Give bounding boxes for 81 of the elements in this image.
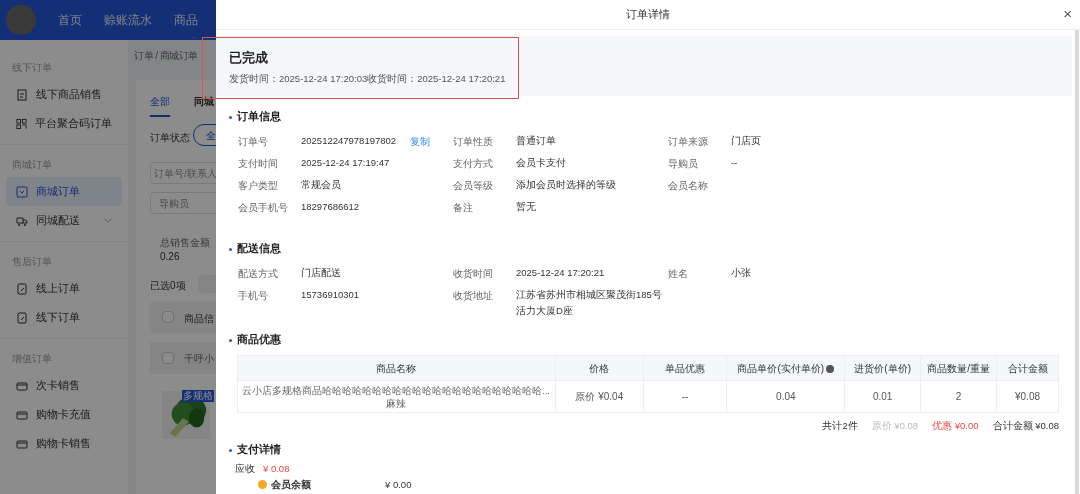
- stat-value: 0.26: [160, 250, 180, 264]
- tag: 多规格: [182, 390, 214, 402]
- column-header: 价格: [555, 355, 644, 381]
- field-label: 订单号: [238, 135, 269, 149]
- field-label: 应收: [235, 462, 255, 477]
- sidebar-item[interactable]: 商城订单: [6, 177, 122, 206]
- field-label: 导购员: [668, 157, 699, 171]
- field-label: 备注: [453, 201, 474, 215]
- sidebar-item[interactable]: 线下订单: [6, 303, 122, 332]
- stat-label: 总销售金额: [160, 236, 210, 250]
- store-name: 千呼小: [184, 352, 214, 366]
- field-value: 江苏省苏州市相城区聚茂街185号活力大厦D座: [516, 288, 662, 318]
- filter-label: 订单状态: [150, 131, 190, 145]
- table-cell: ¥0.08: [996, 380, 1059, 413]
- field-label: 订单性质: [453, 135, 494, 149]
- column-header: 商品信: [184, 312, 214, 326]
- section-title: 订单信息: [237, 109, 281, 125]
- drawer-title: 订单详情: [626, 7, 670, 23]
- field-value: 小张: [731, 266, 751, 280]
- sidebar-item[interactable]: 线上订单: [6, 274, 122, 303]
- table-cell: --: [643, 380, 727, 413]
- field-value: 添加会员时选择的等级: [516, 178, 616, 192]
- nav-link[interactable]: 赊账流水: [104, 11, 152, 29]
- field-value: 15736910301: [301, 288, 360, 302]
- sidebar-item[interactable]: 购物卡销售: [6, 429, 122, 458]
- field-label: 会员名称: [668, 179, 709, 193]
- field-label: 配送方式: [238, 267, 279, 281]
- field-value: 会员卡支付: [516, 156, 566, 170]
- sidebar-item[interactable]: 线下商品销售: [6, 80, 122, 109]
- field-value: 2025-12-24 17:20:21: [516, 266, 605, 280]
- field-label: 订单来源: [668, 135, 709, 149]
- field-value: 普通订单: [516, 134, 556, 148]
- field-value: 暂无: [516, 200, 536, 214]
- discount-total: 优惠 ¥0.00: [932, 419, 979, 433]
- table-cell: 0.01: [844, 380, 921, 413]
- field-value: 2025-12-24 17:19:47: [301, 156, 390, 170]
- product-spec: 麻辣: [385, 396, 408, 410]
- field-value: 18297686612: [301, 200, 360, 214]
- status-times: 发货时间：2025-12-24 17:20:03收货时间：2025-12-24 17:20:21: [229, 71, 507, 86]
- field-label: 收货地址: [453, 289, 494, 303]
- field-label: 支付方式: [453, 157, 494, 171]
- field-label: 会员等级: [453, 179, 494, 193]
- column-header: 商品单价(实付单价): [726, 355, 845, 381]
- grand-total: 合计金额 ¥0.08: [992, 419, 1059, 433]
- field-label: 手机号: [238, 289, 269, 303]
- tab[interactable]: 全部: [150, 94, 170, 117]
- original-price: 原价 ¥0.08: [871, 419, 919, 433]
- column-header: 合计金额: [996, 355, 1059, 381]
- field-value: --: [731, 156, 738, 170]
- nav-link[interactable]: 首页: [58, 11, 82, 29]
- table-cell: 原价 ¥0.04: [555, 380, 644, 413]
- close-button[interactable]: ×: [1063, 5, 1072, 23]
- payment-method: 会员余额: [271, 477, 312, 492]
- sidebar-item[interactable]: 平台聚合码订单: [6, 109, 122, 138]
- table-cell: 0.04: [726, 380, 845, 413]
- field-label: 收货时间: [453, 267, 494, 281]
- field-value: 常规会员: [301, 178, 341, 192]
- field-value: 门店页: [731, 134, 761, 148]
- section-title: 商品优惠: [237, 332, 281, 348]
- copy-link[interactable]: 复制: [410, 135, 431, 150]
- table-cell: 2: [920, 380, 997, 413]
- selection-count: 已选0项: [150, 279, 186, 293]
- sidebar-item[interactable]: 次卡销售: [6, 371, 122, 400]
- section-title: 配送信息: [237, 241, 281, 257]
- column-header: 进货价(单价): [844, 355, 921, 381]
- column-header: 单品优惠: [643, 355, 727, 381]
- nav-link[interactable]: 商品: [174, 11, 198, 29]
- sidebar-item[interactable]: 购物卡充值: [6, 400, 122, 429]
- field-value: ¥ 0.00: [385, 477, 412, 492]
- section-title: 支付详情: [237, 442, 281, 458]
- breadcrumb: 订单 / 商城订单: [134, 49, 198, 63]
- sidebar-item[interactable]: 同城配送: [6, 206, 122, 235]
- product-name: 云小店多规格商品哈哈哈哈哈哈哈哈哈哈哈哈哈哈哈哈哈哈哈哈哈哈...: [242, 383, 551, 397]
- item-count: 共计2件: [822, 419, 858, 433]
- status-title: 已完成: [229, 49, 269, 67]
- field-value: ¥ 0.08: [263, 462, 290, 477]
- field-value: 门店配送: [301, 266, 341, 280]
- column-header: 商品名称: [237, 355, 556, 381]
- column-header: 商品数量/重量: [920, 355, 997, 381]
- field-value: 202512247978197802: [301, 134, 397, 148]
- field-label: 姓名: [668, 267, 689, 281]
